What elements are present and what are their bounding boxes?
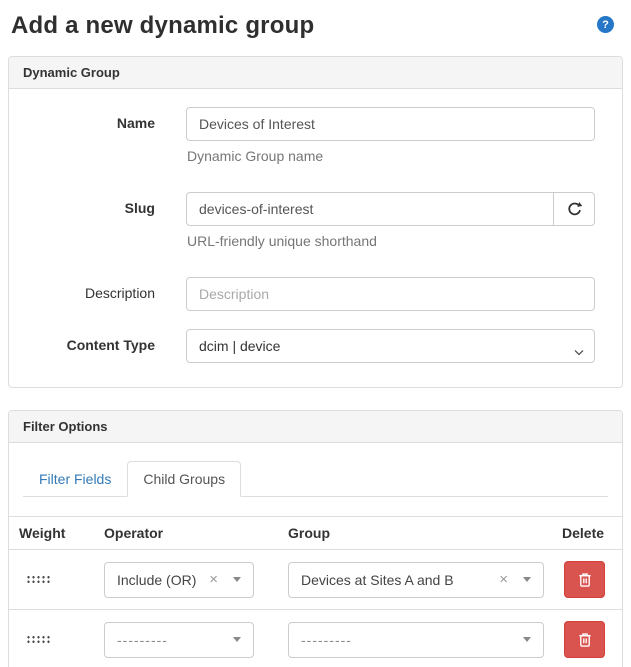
name-label: Name xyxy=(23,107,186,174)
page-title: Add a new dynamic group xyxy=(11,12,620,40)
clear-icon[interactable]: × xyxy=(209,572,218,587)
trash-icon xyxy=(576,631,594,649)
table-row: Include (OR) × Devices at Sites A and B … xyxy=(9,550,622,610)
filter-options-panel-title: Filter Options xyxy=(9,411,622,443)
chevron-down-icon xyxy=(574,343,584,359)
name-form-group: Name Dynamic Group name xyxy=(23,107,608,174)
operator-select[interactable]: --------- xyxy=(104,622,254,658)
table-row: --------- --------- xyxy=(9,610,622,667)
slug-input[interactable] xyxy=(186,192,553,226)
page: Add a new dynamic group ? Dynamic Group … xyxy=(0,0,631,667)
dropdown-caret-icon xyxy=(233,637,241,642)
clear-icon[interactable]: × xyxy=(499,572,508,587)
dynamic-group-panel-body: Name Dynamic Group name Slug xyxy=(9,89,622,387)
slug-label: Slug xyxy=(23,192,186,259)
content-type-select[interactable]: dcim | device xyxy=(186,329,595,363)
trash-icon xyxy=(576,571,594,589)
dynamic-group-panel-title: Dynamic Group xyxy=(9,57,622,89)
dynamic-group-panel: Dynamic Group Name Dynamic Group name Sl… xyxy=(8,56,623,388)
name-help-text: Dynamic Group name xyxy=(187,148,595,164)
group-select[interactable]: Devices at Sites A and B × xyxy=(288,562,544,598)
regenerate-slug-button[interactable] xyxy=(553,192,595,226)
col-header-group: Group xyxy=(278,517,552,550)
tab-child-groups[interactable]: Child Groups xyxy=(127,461,241,497)
col-header-operator: Operator xyxy=(94,517,278,550)
slug-help-text: URL-friendly unique shorthand xyxy=(187,233,595,249)
operator-selected-value: --------- xyxy=(117,632,233,648)
description-form-group: Description xyxy=(23,277,608,311)
operator-select[interactable]: Include (OR) × xyxy=(104,562,254,598)
group-selected-value: Devices at Sites A and B xyxy=(301,572,491,588)
filter-tabs: Filter Fields Child Groups xyxy=(9,443,622,497)
child-groups-table: Weight Operator Group Delete Include (OR… xyxy=(9,516,622,667)
delete-button[interactable] xyxy=(564,621,605,658)
help-icon[interactable]: ? xyxy=(597,16,614,33)
dropdown-caret-icon xyxy=(233,577,241,582)
content-type-form-group: Content Type dcim | device xyxy=(23,329,608,363)
drag-handle-icon[interactable] xyxy=(26,635,51,644)
filter-options-panel: Filter Options Filter Fields Child Group… xyxy=(8,410,623,667)
col-header-delete: Delete xyxy=(552,517,622,550)
content-type-selected-value: dcim | device xyxy=(199,338,280,354)
refresh-icon xyxy=(566,201,583,218)
description-label: Description xyxy=(23,277,186,311)
group-selected-value: --------- xyxy=(301,632,523,648)
page-header: Add a new dynamic group ? xyxy=(11,12,620,40)
dropdown-caret-icon xyxy=(523,637,531,642)
col-header-weight: Weight xyxy=(9,517,94,550)
description-input[interactable] xyxy=(186,277,595,311)
dropdown-caret-icon xyxy=(523,577,531,582)
content-type-label: Content Type xyxy=(23,329,186,363)
drag-handle-icon[interactable] xyxy=(26,575,51,584)
operator-selected-value: Include (OR) xyxy=(117,572,201,588)
group-select[interactable]: --------- xyxy=(288,622,544,658)
name-input[interactable] xyxy=(186,107,595,141)
tab-filter-fields[interactable]: Filter Fields xyxy=(23,461,127,497)
table-header-row: Weight Operator Group Delete xyxy=(9,517,622,550)
slug-form-group: Slug URL-friendly xyxy=(23,192,608,259)
delete-button[interactable] xyxy=(564,561,605,598)
